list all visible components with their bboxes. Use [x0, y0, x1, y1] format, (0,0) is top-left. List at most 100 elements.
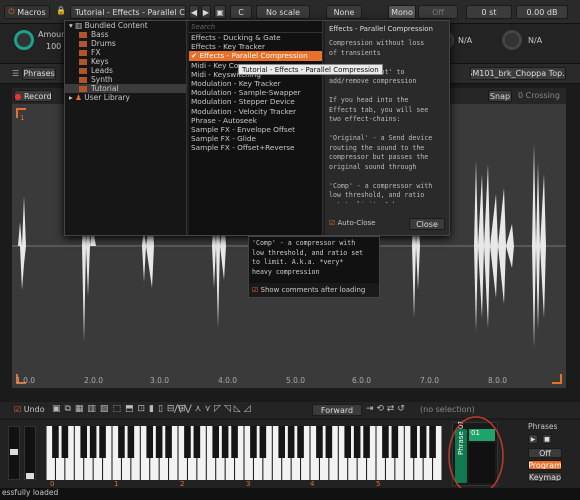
list-item[interactable]: Phrase - Autoseek [189, 116, 322, 125]
black-key[interactable] [231, 426, 238, 458]
list-item[interactable]: Modulation - Sample-Swapper [189, 88, 322, 97]
black-key[interactable] [410, 426, 418, 458]
amount-knob[interactable] [14, 30, 34, 50]
keymap-button[interactable]: Keymap [528, 472, 562, 482]
black-key[interactable] [212, 426, 220, 458]
power-icon: ⏻ [8, 7, 15, 16]
show-comments-checkbox[interactable]: ☑ Show comments after loading [249, 283, 379, 297]
show-comments-label: Show comments after loading [260, 286, 366, 294]
close-button[interactable]: Close [409, 218, 445, 230]
tree-folder-bass[interactable]: Bass [65, 30, 186, 39]
black-key[interactable] [363, 426, 370, 458]
key-value: C [238, 7, 244, 17]
black-key[interactable] [353, 426, 361, 458]
black-key[interactable] [221, 426, 229, 458]
next-preset-icon[interactable]: ▶ [201, 5, 211, 19]
black-key[interactable] [127, 426, 135, 458]
menu-icon[interactable]: ☰ [12, 69, 19, 78]
zero-crossing-label[interactable]: 0 Crossing [518, 91, 560, 100]
undo-checkbox[interactable]: ☑ Undo [14, 405, 45, 414]
tree-folder-drums[interactable]: Drums [65, 39, 186, 48]
black-key[interactable] [118, 426, 125, 458]
black-key[interactable] [61, 426, 69, 458]
play-icon[interactable]: ▶ [528, 434, 538, 444]
black-key[interactable] [316, 426, 323, 458]
black-key[interactable] [391, 426, 399, 458]
tree-folder-tutorial[interactable]: Tutorial [65, 84, 186, 93]
transpose-field[interactable]: 0 st [466, 5, 512, 19]
black-key[interactable] [259, 426, 267, 458]
tree-folder-synth[interactable]: Synth [65, 75, 186, 84]
list-item-selected[interactable]: ✔ Effects - Parallel Compression [189, 51, 322, 61]
tree-folder-keys[interactable]: Keys [65, 57, 186, 66]
list-item[interactable]: Effects - Ducking & Gate [189, 33, 322, 42]
black-key[interactable] [165, 426, 172, 458]
scale-select[interactable]: No scale [256, 5, 310, 19]
black-key[interactable] [419, 426, 427, 458]
black-key[interactable] [250, 426, 257, 458]
list-item[interactable]: Modulation - Velocity Tracker [189, 107, 322, 116]
search-input[interactable]: Search [189, 21, 322, 33]
macro-knob-8[interactable] [502, 30, 522, 50]
folder-icon [79, 32, 87, 38]
off-button[interactable]: Off [528, 448, 562, 458]
mod-wheel[interactable] [24, 426, 36, 480]
lock-icon[interactable]: 🔒 [56, 6, 66, 15]
preset-list: Search Effects - Ducking & Gate Effects … [189, 21, 323, 235]
clip-name[interactable]: SM101_brk_Choppa Top.* [470, 67, 566, 80]
stop-icon[interactable]: ■ [542, 434, 552, 444]
black-key[interactable] [155, 426, 163, 458]
black-key[interactable] [382, 426, 389, 458]
mono-toggle[interactable]: Mono [388, 5, 416, 19]
tree-user-library[interactable]: ▸ ♟ User Library [65, 93, 186, 102]
loop-mode-buttons[interactable]: ⇥ ⟲ ⇄ ↺ [366, 404, 405, 414]
tree-label: Bundled Content [84, 21, 148, 30]
none-select[interactable]: None [326, 5, 362, 19]
black-key[interactable] [325, 426, 333, 458]
folder-icon [79, 50, 87, 56]
direction-select[interactable]: Forward [312, 404, 362, 416]
black-key[interactable] [146, 426, 154, 458]
black-key[interactable] [278, 426, 286, 458]
black-key[interactable] [344, 426, 352, 458]
black-key[interactable] [287, 426, 295, 458]
black-key[interactable] [184, 426, 191, 458]
library-tree: ▾ ▥ Bundled Content Bass Drums FX Keys L… [65, 21, 187, 235]
tree-root[interactable]: ▾ ▥ Bundled Content [65, 21, 186, 30]
record-button[interactable]: ● Record [14, 90, 52, 102]
octave-label: 1 [114, 480, 119, 488]
black-key[interactable] [297, 426, 304, 458]
edit-tools[interactable]: ▣⧉▦▥▨⬚⬒⊡▮▯⊟⊞ [52, 404, 190, 414]
phrases-title: Phrases [528, 422, 558, 431]
tree-folder-leads[interactable]: Leads [65, 66, 186, 75]
preset-selector[interactable]: Tutorial - Effects - Parallel Co... [70, 5, 186, 19]
auto-close-checkbox[interactable]: ☑ Auto-Close [329, 219, 376, 227]
prev-preset-icon[interactable]: ◀ [189, 5, 199, 19]
gain-field[interactable]: 0.00 dB [516, 5, 568, 19]
glide-off[interactable]: Off [418, 5, 458, 19]
key-select[interactable]: C [230, 5, 252, 19]
fade-tools[interactable]: ⋀⋁⋏⋎◸◹◺◿ [174, 404, 254, 414]
tab-phrases[interactable]: Phrases [22, 67, 56, 80]
program-button[interactable]: Program [528, 460, 562, 470]
save-icon[interactable]: ▣ [214, 5, 226, 19]
macros-toggle[interactable]: ⏻ Macros [4, 5, 50, 19]
ruler-label: 2.0.0 [84, 376, 104, 385]
list-item[interactable]: Modulation - Key Tracker [189, 79, 322, 88]
folder-icon [79, 41, 87, 47]
snap-toggle[interactable]: Snap [488, 90, 512, 102]
list-item[interactable]: Sample FX - Offset+Reverse [189, 143, 322, 152]
pitch-wheel[interactable] [8, 426, 20, 480]
list-item[interactable]: Sample FX - Envelope Offset [189, 125, 322, 134]
list-item[interactable]: Sample FX - Glide [189, 134, 322, 143]
tree-folder-fx[interactable]: FX [65, 48, 186, 57]
black-key[interactable] [52, 426, 59, 458]
black-key[interactable] [99, 426, 106, 458]
list-item[interactable]: Modulation - Stepper Device [189, 97, 322, 106]
black-key[interactable] [193, 426, 201, 458]
black-key[interactable] [80, 426, 88, 458]
black-key[interactable] [89, 426, 97, 458]
black-key[interactable] [429, 426, 436, 458]
piano-keyboard[interactable] [46, 426, 442, 480]
list-item[interactable]: Effects - Key Tracker [189, 42, 322, 51]
